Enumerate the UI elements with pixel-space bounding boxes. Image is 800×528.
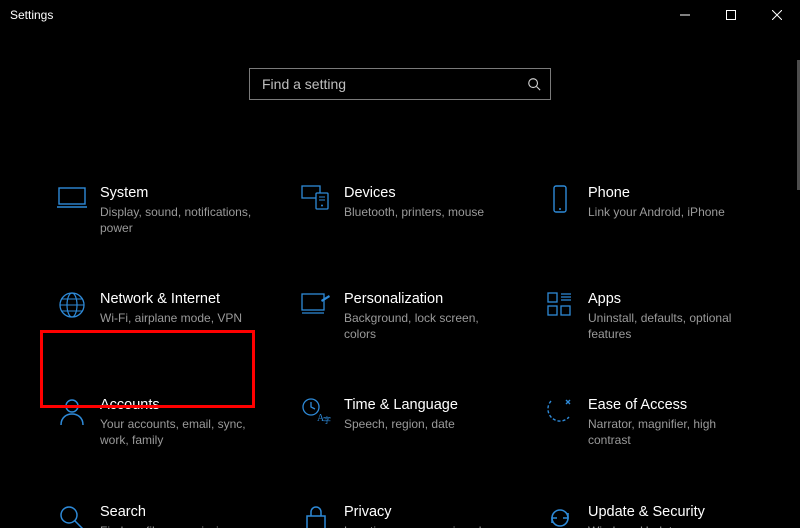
tile-network[interactable]: Network & Internet Wi-Fi, airplane mode,… xyxy=(50,284,282,348)
tile-desc: Location, camera, microphone xyxy=(344,523,505,528)
ease-of-access-icon xyxy=(542,397,578,431)
tile-title: System xyxy=(100,184,270,203)
settings-grid: System Display, sound, notifications, po… xyxy=(50,178,770,528)
tile-title: Personalization xyxy=(344,290,514,309)
lock-icon xyxy=(298,504,334,528)
update-icon xyxy=(542,504,578,528)
tile-title: Accounts xyxy=(100,396,270,415)
tile-ease-of-access[interactable]: Ease of Access Narrator, magnifier, high… xyxy=(538,390,770,454)
tile-time-language[interactable]: A字 Time & Language Speech, region, date xyxy=(294,390,526,454)
personalization-icon xyxy=(298,291,334,325)
system-icon xyxy=(54,185,90,219)
tile-desc: Uninstall, defaults, optional features xyxy=(588,310,758,342)
magnifier-icon xyxy=(54,504,90,528)
tile-desc: Link your Android, iPhone xyxy=(588,204,725,220)
tile-desc: Narrator, magnifier, high contrast xyxy=(588,416,758,448)
tile-desc: Display, sound, notifications, power xyxy=(100,204,270,236)
svg-text:字: 字 xyxy=(323,415,331,425)
tile-title: Apps xyxy=(588,290,758,309)
globe-icon xyxy=(54,291,90,325)
tile-desc: Your accounts, email, sync, work, family xyxy=(100,416,270,448)
tile-title: Privacy xyxy=(344,503,505,522)
phone-icon xyxy=(542,185,578,219)
tile-title: Ease of Access xyxy=(588,396,758,415)
search-icon xyxy=(526,76,542,92)
titlebar: Settings xyxy=(0,0,800,30)
tile-search[interactable]: Search Find my files, permissions xyxy=(50,497,282,528)
tile-apps[interactable]: Apps Uninstall, defaults, optional featu… xyxy=(538,284,770,348)
apps-icon xyxy=(542,291,578,325)
search-box[interactable] xyxy=(249,68,551,100)
close-button[interactable] xyxy=(754,0,800,30)
tile-desc: Find my files, permissions xyxy=(100,523,238,528)
tile-desc: Background, lock screen, colors xyxy=(344,310,514,342)
accounts-icon xyxy=(54,397,90,431)
tile-title: Time & Language xyxy=(344,396,458,415)
tile-desc: Bluetooth, printers, mouse xyxy=(344,204,484,220)
search-input[interactable] xyxy=(260,75,526,93)
window-controls xyxy=(662,0,800,30)
tile-devices[interactable]: Devices Bluetooth, printers, mouse xyxy=(294,178,526,242)
tile-privacy[interactable]: Privacy Location, camera, microphone xyxy=(294,497,526,528)
devices-icon xyxy=(298,185,334,219)
tile-title: Phone xyxy=(588,184,725,203)
tile-update-security[interactable]: Update & Security Windows Update, recove… xyxy=(538,497,770,528)
tile-system[interactable]: System Display, sound, notifications, po… xyxy=(50,178,282,242)
tile-phone[interactable]: Phone Link your Android, iPhone xyxy=(538,178,770,242)
tile-desc: Wi-Fi, airplane mode, VPN xyxy=(100,310,242,326)
tile-desc: Speech, region, date xyxy=(344,416,458,432)
window-title: Settings xyxy=(10,8,662,22)
content-area: System Display, sound, notifications, po… xyxy=(0,30,800,528)
tile-title: Update & Security xyxy=(588,503,758,522)
tile-personalization[interactable]: Personalization Background, lock screen,… xyxy=(294,284,526,348)
tile-title: Network & Internet xyxy=(100,290,242,309)
tile-title: Search xyxy=(100,503,238,522)
minimize-button[interactable] xyxy=(662,0,708,30)
tile-title: Devices xyxy=(344,184,484,203)
tile-desc: Windows Update, recovery, backup xyxy=(588,523,758,528)
maximize-button[interactable] xyxy=(708,0,754,30)
tile-accounts[interactable]: Accounts Your accounts, email, sync, wor… xyxy=(50,390,282,454)
time-language-icon: A字 xyxy=(298,397,334,431)
